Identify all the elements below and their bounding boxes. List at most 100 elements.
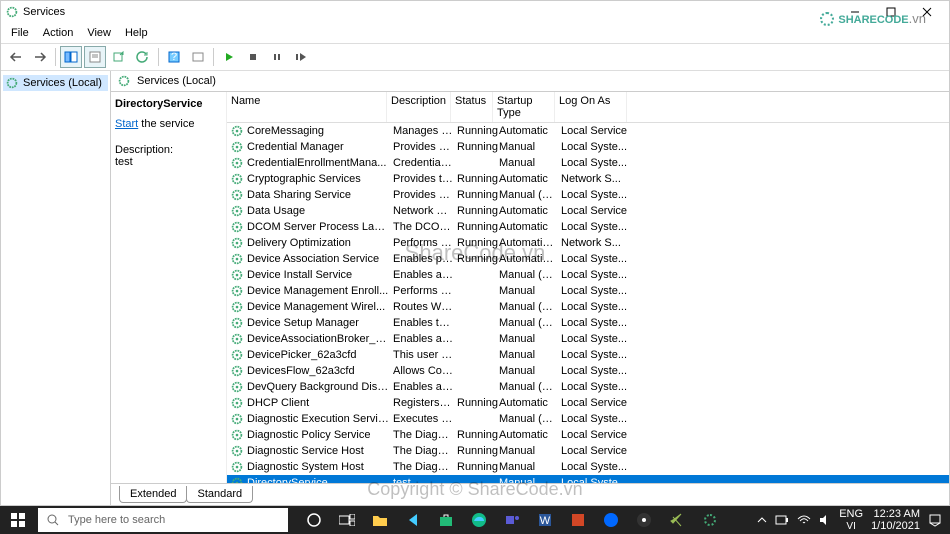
volume-icon[interactable] bbox=[819, 514, 831, 526]
cell-status: Running bbox=[453, 221, 495, 233]
tray-date[interactable]: 1/10/2021 bbox=[871, 520, 920, 532]
service-icon bbox=[230, 124, 244, 138]
help-button[interactable]: ? bbox=[163, 46, 185, 68]
service-icon bbox=[230, 364, 244, 378]
col-description[interactable]: Description bbox=[387, 92, 451, 122]
table-row[interactable]: DevicePicker_62a3cfdThis user se...Manua… bbox=[227, 347, 949, 363]
close-button[interactable] bbox=[909, 1, 945, 23]
cell-type: Manual bbox=[495, 285, 557, 297]
col-startup[interactable]: Startup Type bbox=[493, 92, 555, 122]
table-row[interactable]: DeviceAssociationBroker_62...Enables app… bbox=[227, 331, 949, 347]
table-row[interactable]: CoreMessagingManages co...RunningAutomat… bbox=[227, 123, 949, 139]
wifi-icon[interactable] bbox=[797, 514, 811, 526]
properties-button[interactable] bbox=[84, 46, 106, 68]
table-row[interactable]: Device Install ServiceEnables a c...Manu… bbox=[227, 267, 949, 283]
app-edge[interactable] bbox=[463, 506, 495, 534]
chevron-up-icon[interactable] bbox=[757, 515, 767, 525]
app-vscode[interactable] bbox=[397, 506, 429, 534]
cell-type: Automatic bbox=[495, 125, 557, 137]
forward-button[interactable] bbox=[29, 46, 51, 68]
app-pp[interactable] bbox=[562, 506, 594, 534]
app-zalo[interactable] bbox=[595, 506, 627, 534]
cell-desc: Enables pair... bbox=[389, 253, 453, 265]
refresh-button[interactable] bbox=[132, 46, 154, 68]
table-row[interactable]: Delivery OptimizationPerforms co...Runni… bbox=[227, 235, 949, 251]
app-word[interactable]: W bbox=[529, 506, 561, 534]
menu-help[interactable]: Help bbox=[119, 25, 154, 41]
window-title: Services bbox=[23, 6, 65, 18]
menu-action[interactable]: Action bbox=[37, 25, 80, 41]
table-row[interactable]: Diagnostic Service HostThe Diagno...Runn… bbox=[227, 443, 949, 459]
tree-root[interactable]: Services (Local) bbox=[3, 75, 108, 91]
cell-desc: Enables a c... bbox=[389, 269, 453, 281]
table-row[interactable]: Device Association ServiceEnables pair..… bbox=[227, 251, 949, 267]
app-taskview[interactable] bbox=[331, 506, 363, 534]
start-button[interactable] bbox=[0, 506, 36, 534]
cell-name: Credential Manager bbox=[247, 141, 389, 153]
table-row[interactable]: Device Setup ManagerEnables the...Manual… bbox=[227, 315, 949, 331]
tab-extended[interactable]: Extended bbox=[119, 486, 187, 503]
extended-button[interactable] bbox=[187, 46, 209, 68]
tray-time[interactable]: 12:23 AM bbox=[871, 508, 920, 520]
tree-root-label: Services (Local) bbox=[23, 77, 102, 89]
cell-type: Manual bbox=[495, 349, 557, 361]
table-row[interactable]: DirectoryServicetestManualLocal Syste... bbox=[227, 475, 949, 483]
app-store[interactable] bbox=[430, 506, 462, 534]
taskbar-search[interactable]: Type here to search bbox=[38, 508, 288, 532]
app-vs[interactable] bbox=[661, 506, 693, 534]
cell-name: DeviceAssociationBroker_62... bbox=[247, 333, 389, 345]
table-row[interactable]: DevQuery Background Disc...Enables app..… bbox=[227, 379, 949, 395]
maximize-button[interactable] bbox=[873, 1, 909, 23]
table-row[interactable]: Device Management Enroll...Performs D...… bbox=[227, 283, 949, 299]
table-row[interactable]: Data UsageNetwork da...RunningAutomaticL… bbox=[227, 203, 949, 219]
table-row[interactable]: DHCP ClientRegisters an...RunningAutomat… bbox=[227, 395, 949, 411]
tray-kbd[interactable]: VI bbox=[839, 521, 863, 532]
cell-name: DHCP Client bbox=[247, 397, 389, 409]
detail-panel: DirectoryService Start the service Descr… bbox=[111, 92, 226, 483]
table-row[interactable]: Cryptographic ServicesProvides thr...Run… bbox=[227, 171, 949, 187]
minimize-button[interactable] bbox=[837, 1, 873, 23]
back-button[interactable] bbox=[5, 46, 27, 68]
table-row[interactable]: Diagnostic Policy ServiceThe Diagno...Ru… bbox=[227, 427, 949, 443]
cell-desc: Provides se... bbox=[389, 141, 453, 153]
table-row[interactable]: DCOM Server Process Laun...The DCOML...R… bbox=[227, 219, 949, 235]
battery-icon[interactable] bbox=[775, 514, 789, 526]
pause-service-button[interactable] bbox=[266, 46, 288, 68]
tray-lang[interactable]: ENG bbox=[839, 508, 863, 520]
cell-desc: Enables app... bbox=[389, 381, 453, 393]
restart-service-button[interactable] bbox=[290, 46, 312, 68]
table-row[interactable]: CredentialEnrollmentMana...Credential E.… bbox=[227, 155, 949, 171]
export-button[interactable] bbox=[108, 46, 130, 68]
services-icon bbox=[5, 76, 19, 90]
app-explorer[interactable] bbox=[364, 506, 396, 534]
col-status[interactable]: Status bbox=[451, 92, 493, 122]
table-row[interactable]: Data Sharing ServiceProvides da...Runnin… bbox=[227, 187, 949, 203]
title-bar: Services bbox=[1, 1, 949, 23]
cell-status: Running bbox=[453, 253, 495, 265]
show-hide-tree-button[interactable] bbox=[60, 46, 82, 68]
stop-service-button[interactable] bbox=[242, 46, 264, 68]
menu-file[interactable]: File bbox=[5, 25, 35, 41]
start-service-button[interactable] bbox=[218, 46, 240, 68]
app-cortana[interactable] bbox=[298, 506, 330, 534]
app-teams[interactable] bbox=[496, 506, 528, 534]
service-list[interactable]: CoreMessagingManages co...RunningAutomat… bbox=[227, 123, 949, 483]
cell-log: Local Syste... bbox=[557, 253, 629, 265]
menu-view[interactable]: View bbox=[81, 25, 117, 41]
col-name[interactable]: Name bbox=[227, 92, 387, 122]
app-services[interactable] bbox=[694, 506, 726, 534]
notifications-icon[interactable] bbox=[928, 513, 942, 527]
table-row[interactable]: DevicesFlow_62a3cfdAllows Con...ManualLo… bbox=[227, 363, 949, 379]
tab-standard[interactable]: Standard bbox=[186, 486, 253, 503]
cell-log: Local Service bbox=[557, 397, 629, 409]
cell-log: Local Syste... bbox=[557, 317, 629, 329]
table-row[interactable]: Device Management Wirel...Routes Wir...M… bbox=[227, 299, 949, 315]
app-music[interactable] bbox=[628, 506, 660, 534]
col-logon[interactable]: Log On As bbox=[555, 92, 627, 122]
start-link[interactable]: Start bbox=[115, 118, 138, 130]
table-row[interactable]: Credential ManagerProvides se...RunningM… bbox=[227, 139, 949, 155]
table-row[interactable]: Diagnostic Execution ServiceExecutes di.… bbox=[227, 411, 949, 427]
table-row[interactable]: Diagnostic System HostThe Diagno...Runni… bbox=[227, 459, 949, 475]
cell-name: Device Management Wirel... bbox=[247, 301, 389, 313]
services-icon bbox=[117, 74, 131, 88]
